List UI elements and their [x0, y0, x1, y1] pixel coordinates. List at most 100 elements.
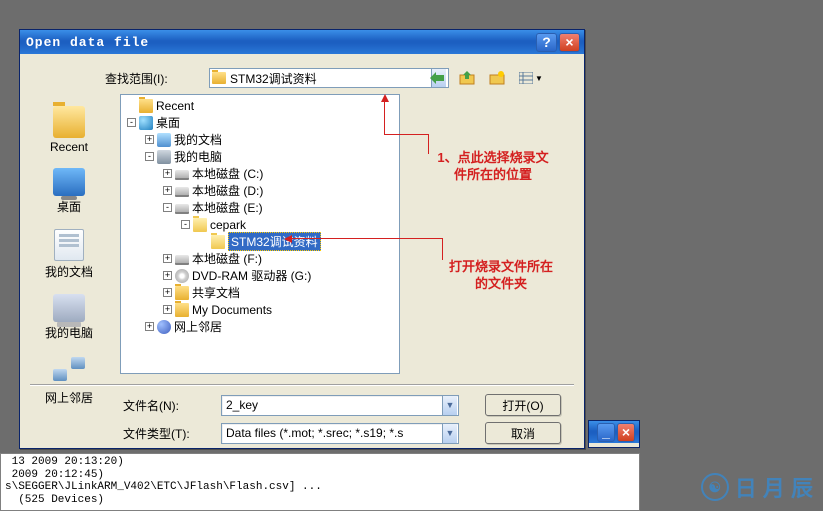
- tree-item[interactable]: + 本地磁盘 (C:): [121, 165, 399, 182]
- network-icon: [157, 320, 171, 334]
- tree-item[interactable]: - 桌面: [121, 114, 399, 131]
- tree-item[interactable]: STM32调试资料: [121, 233, 399, 250]
- arrow-2-v: [442, 238, 443, 260]
- expand-icon[interactable]: +: [163, 271, 172, 280]
- tree-item-label: Recent: [156, 99, 194, 113]
- collapse-icon[interactable]: -: [181, 220, 190, 229]
- dvd-icon: [175, 269, 189, 283]
- filetype-label: 文件类型(T):: [123, 425, 215, 442]
- collapse-icon[interactable]: -: [163, 203, 172, 212]
- expand-icon[interactable]: +: [163, 169, 172, 178]
- bg-close-icon: ×: [617, 423, 635, 442]
- folder-icon: [175, 286, 189, 300]
- tree-item[interactable]: + DVD-RAM 驱动器 (G:): [121, 267, 399, 284]
- up-one-level-icon[interactable]: [456, 67, 478, 89]
- tree-item[interactable]: - cepark: [121, 216, 399, 233]
- collapse-icon[interactable]: -: [145, 152, 154, 161]
- folder-open-icon: [211, 235, 225, 249]
- tree-item-label: 共享文档: [192, 284, 240, 301]
- watermark: ☯ 日 月 辰: [701, 471, 813, 503]
- expand-icon[interactable]: +: [163, 288, 172, 297]
- watermark-logo-icon: ☯: [701, 473, 729, 501]
- background-window: _ ×: [588, 420, 640, 448]
- chevron-down-icon[interactable]: ▼: [442, 396, 457, 415]
- tree-item-label: 本地磁盘 (D:): [192, 182, 263, 199]
- places-bar: Recent 桌面 我的文档 我的电脑 网上邻居: [26, 98, 112, 408]
- network-icon: [53, 355, 85, 387]
- place-my-computer[interactable]: 我的电脑: [32, 290, 106, 345]
- tree-item-label: STM32调试资料: [228, 232, 321, 251]
- tree-item-label: DVD-RAM 驱动器 (G:): [192, 267, 311, 284]
- expand-icon[interactable]: +: [163, 305, 172, 314]
- lookin-value: STM32调试资料: [230, 70, 431, 87]
- expand-icon[interactable]: +: [163, 186, 172, 195]
- tree-item-label: My Documents: [192, 303, 272, 317]
- annotation-1: 1、点此选择烧录文 件所在的位置: [418, 150, 568, 184]
- open-button[interactable]: 打开(O): [485, 394, 561, 416]
- tree-item[interactable]: + My Documents: [121, 301, 399, 318]
- help-button[interactable]: ?: [536, 33, 557, 52]
- place-my-documents[interactable]: 我的文档: [32, 225, 106, 284]
- filename-label: 文件名(N):: [123, 397, 215, 414]
- arrow-2-h: [292, 238, 442, 239]
- arrow-1-v2: [428, 134, 429, 154]
- drive-icon: [175, 255, 189, 265]
- recent-icon: [53, 106, 85, 138]
- tree-item[interactable]: Recent: [121, 97, 399, 114]
- tree-item-label: cepark: [210, 218, 246, 232]
- tree-item[interactable]: + 本地磁盘 (F:): [121, 250, 399, 267]
- place-recent[interactable]: Recent: [32, 102, 106, 158]
- folder-icon: [175, 303, 189, 317]
- new-folder-icon[interactable]: [486, 67, 508, 89]
- arrow-1-head: [381, 94, 389, 102]
- lookin-label: 查找范围(I):: [105, 70, 203, 87]
- expand-icon[interactable]: +: [145, 135, 154, 144]
- tree-item[interactable]: + 本地磁盘 (D:): [121, 182, 399, 199]
- desktop-icon: [53, 168, 85, 196]
- documents-icon: [54, 229, 84, 261]
- desktop-icon: [139, 116, 153, 130]
- filename-input[interactable]: 2_key ▼: [221, 395, 459, 416]
- tree-item[interactable]: + 网上邻居: [121, 318, 399, 335]
- chevron-down-icon[interactable]: ▼: [442, 424, 457, 443]
- drive-icon: [175, 170, 189, 180]
- computer-icon: [53, 294, 85, 322]
- tree-item[interactable]: - 我的电脑: [121, 148, 399, 165]
- cancel-button[interactable]: 取消: [485, 422, 561, 444]
- close-button[interactable]: ×: [559, 33, 580, 52]
- lookin-combo[interactable]: STM32调试资料 ▼: [209, 68, 449, 88]
- arrow-1-h: [384, 134, 428, 135]
- tree-item-label: 我的电脑: [174, 148, 222, 165]
- titlebar[interactable]: Open data file ? ×: [20, 30, 584, 54]
- tree-item-label: 网上邻居: [174, 318, 222, 335]
- place-desktop[interactable]: 桌面: [32, 164, 106, 219]
- tree-item-label: 桌面: [156, 114, 180, 131]
- back-icon[interactable]: [426, 67, 448, 89]
- filetype-select[interactable]: Data files (*.mot; *.srec; *.s19; *.s ▼: [221, 423, 459, 444]
- nav-toolbar: ▼: [426, 67, 546, 89]
- drive-icon: [175, 187, 189, 197]
- tree-item[interactable]: + 共享文档: [121, 284, 399, 301]
- expand-icon[interactable]: +: [145, 322, 154, 331]
- bg-min-icon: _: [597, 423, 615, 442]
- expand-icon[interactable]: +: [163, 254, 172, 263]
- folder-tree-dropdown[interactable]: Recent-桌面+我的文档-我的电脑+本地磁盘 (C:)+本地磁盘 (D:)-…: [120, 94, 400, 374]
- drive-icon: [175, 204, 189, 214]
- tree-item-label: 本地磁盘 (C:): [192, 165, 263, 182]
- collapse-icon[interactable]: -: [127, 118, 136, 127]
- folder-open-icon: [193, 218, 207, 232]
- tree-item-label: 本地磁盘 (F:): [192, 250, 262, 267]
- tree-item-label: 本地磁盘 (E:): [192, 199, 263, 216]
- tree-item[interactable]: - 本地磁盘 (E:): [121, 199, 399, 216]
- divider: [30, 384, 574, 386]
- tree-item-label: 我的文档: [174, 131, 222, 148]
- docs-icon: [157, 133, 171, 147]
- open-file-dialog: Open data file ? × 查找范围(I): STM32调试资料 ▼: [19, 29, 585, 449]
- annotation-2: 打开烧录文件所在 的文件夹: [426, 259, 576, 293]
- pc-icon: [157, 150, 171, 164]
- dialog-title: Open data file: [26, 35, 534, 50]
- place-network-neighborhood[interactable]: 网上邻居: [32, 351, 106, 410]
- tree-item[interactable]: + 我的文档: [121, 131, 399, 148]
- view-menu-icon[interactable]: ▼: [516, 67, 546, 89]
- console-output: 13 2009 20:13:20) 2009 20:12:45) s\SEGGE…: [0, 453, 640, 511]
